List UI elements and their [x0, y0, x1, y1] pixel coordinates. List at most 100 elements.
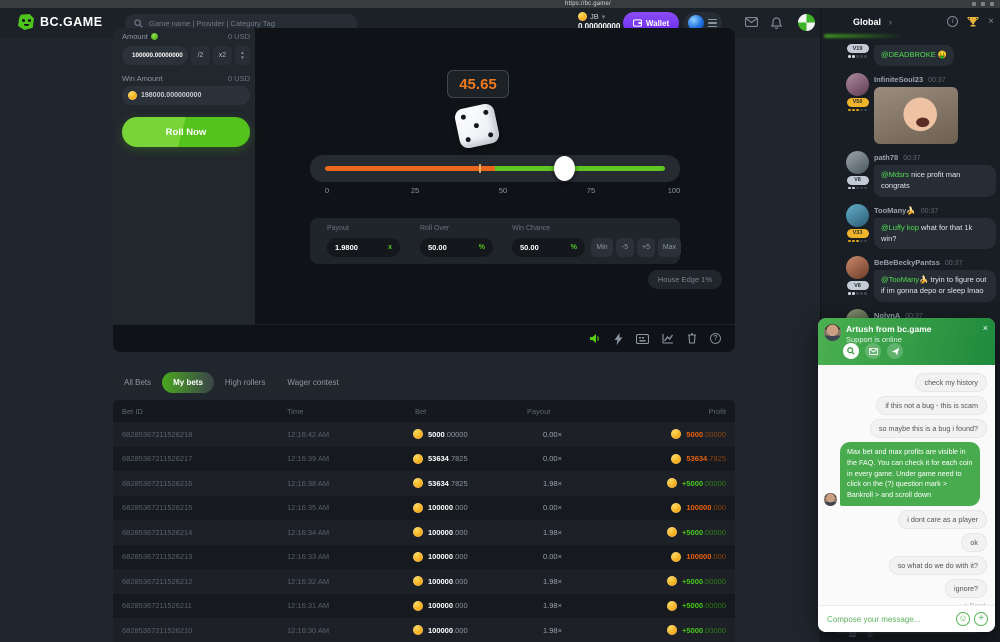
- coin-icon: [667, 527, 677, 537]
- support-close-icon[interactable]: ×: [983, 323, 988, 333]
- win-chance-value: 50.00: [520, 243, 539, 252]
- chat-bubble[interactable]: @DEADBROKE 🤑: [874, 45, 954, 66]
- bet-amount-input[interactable]: 100000.00000000: [122, 46, 188, 65]
- chat-bubble[interactable]: @Mdsrs nice profit man congrats: [874, 165, 996, 197]
- step-down-icon[interactable]: ▼: [240, 56, 244, 60]
- tab-wager-contest[interactable]: Wager contest: [276, 372, 349, 393]
- support-message-input[interactable]: [825, 614, 952, 625]
- crying-baby-photo[interactable]: [874, 87, 958, 144]
- bet-id: 68285367211526210: [122, 626, 287, 635]
- mention[interactable]: @Mdsrs: [881, 170, 909, 179]
- double-bet-button[interactable]: x2: [213, 46, 232, 65]
- notifications-icon[interactable]: [771, 17, 782, 29]
- support-user-message: i dont care as a player: [898, 510, 987, 529]
- slider-knob[interactable]: [554, 156, 575, 181]
- amount-usd-value: 0 USD: [228, 32, 250, 41]
- tick-75: 75: [587, 186, 595, 195]
- win-amount-label: Win Amount: [122, 74, 162, 83]
- max-chance-button[interactable]: Max: [658, 238, 681, 257]
- mention[interactable]: @Luffy kop: [881, 223, 919, 232]
- chat-username[interactable]: InfiniteSoul23: [874, 75, 923, 84]
- slider-scale: 0 25 50 75 100: [310, 186, 680, 196]
- bet-payout: 1.98×: [527, 626, 652, 635]
- browser-url[interactable]: https://bc.game/: [565, 0, 611, 8]
- chat-bubble[interactable]: @TooMany🍌 tryin to figure out if im gonn…: [874, 270, 996, 302]
- roll-now-button[interactable]: Roll Now: [122, 117, 250, 147]
- sound-toggle-icon[interactable]: [589, 333, 601, 344]
- chat-username[interactable]: path78: [874, 153, 898, 162]
- roll-over-input[interactable]: 50.00%: [420, 238, 493, 257]
- bet-id: 68285367211526212: [122, 577, 287, 586]
- win-amount-input[interactable]: 198000.000000000: [122, 86, 250, 105]
- payout-input[interactable]: 1.9800x: [327, 238, 400, 257]
- table-row[interactable]: 6828536721152621412:16:34 AM100000.0001.…: [113, 520, 735, 545]
- table-row[interactable]: 6828536721152621612:16:38 AM53634.78251.…: [113, 471, 735, 496]
- support-agent-avatar: [824, 324, 841, 341]
- profile-avatar[interactable]: [798, 14, 815, 31]
- jb-token-icon[interactable]: [151, 33, 158, 40]
- dice-image: [453, 102, 500, 149]
- search-icon: [134, 19, 143, 28]
- bc-game-logo[interactable]: BC.GAME: [18, 14, 103, 30]
- win-chance-input[interactable]: 50.00%: [512, 238, 585, 257]
- avatar[interactable]: [846, 256, 869, 279]
- logo-text: BC.GAME: [40, 15, 103, 29]
- bet-time: 12:16:39 AM: [287, 454, 387, 463]
- trends-icon[interactable]: [662, 333, 674, 344]
- support-send-icon[interactable]: [887, 343, 903, 359]
- support-search-icon[interactable]: [843, 343, 859, 359]
- col-payout: Payout: [527, 407, 652, 416]
- min-chance-button[interactable]: Min: [591, 238, 613, 257]
- table-row[interactable]: 6828536721152621312:16:33 AM100000.0000.…: [113, 545, 735, 570]
- chat-channel-selector[interactable]: Global›: [853, 17, 892, 27]
- mention[interactable]: @DEADBROKE: [881, 50, 936, 59]
- tab-high-rollers[interactable]: High rollers: [214, 372, 276, 393]
- half-bet-button[interactable]: /2: [191, 46, 210, 65]
- hotkeys-icon[interactable]: [636, 334, 649, 344]
- profit-amount: +5000.00000: [652, 625, 726, 635]
- bet-amount-value: 100000.00000000: [132, 52, 183, 59]
- chat-close-icon[interactable]: ×: [988, 16, 994, 27]
- win-chance-label: Win Chance: [512, 225, 550, 232]
- support-attach-icon[interactable]: +: [974, 612, 988, 626]
- slider-track[interactable]: [325, 166, 665, 171]
- table-row[interactable]: 6828536721152621512:16:35 AM100000.0000.…: [113, 496, 735, 521]
- chat-username[interactable]: TooMany🍌: [874, 206, 916, 215]
- bets-table: Bet ID Time Bet Payout Profit 6828536721…: [113, 400, 735, 642]
- win-amount-value: 198000.000000000: [141, 92, 201, 99]
- roll-result: 45.65: [447, 70, 509, 98]
- level-badge: V19: [847, 44, 869, 53]
- support-email-icon[interactable]: [865, 343, 881, 359]
- chat-rules-icon[interactable]: i: [947, 16, 958, 27]
- table-row[interactable]: 6828536721152621212:16:32 AM100000.0001.…: [113, 569, 735, 594]
- minus-5-button[interactable]: -5: [616, 238, 634, 257]
- plus-5-button[interactable]: +5: [637, 238, 655, 257]
- chat-bubble[interactable]: @Luffy kop what for that 1k win?: [874, 218, 996, 250]
- browser-chrome: https://bc.game/: [0, 0, 1000, 8]
- roll-slider[interactable]: [310, 155, 680, 182]
- tab-all-bets[interactable]: All Bets: [113, 372, 162, 393]
- verify-icon[interactable]: [687, 333, 697, 344]
- chat-username[interactable]: BeBeBeckyPantss: [874, 258, 940, 267]
- support-user-message: so maybe this is a bug i found?: [870, 419, 987, 438]
- table-row[interactable]: 6828536721152621812:16:42 AM5000.000000.…: [113, 422, 735, 447]
- mention[interactable]: @TooMany🍌: [881, 275, 928, 284]
- table-row[interactable]: 6828536721152621012:16:30 AM100000.0001.…: [113, 618, 735, 642]
- tab-my-bets[interactable]: My bets: [162, 372, 214, 393]
- bet-id: 68285367211526216: [122, 479, 287, 488]
- roll-over-value: 50.00: [428, 243, 447, 252]
- contest-trophy-icon[interactable]: [967, 16, 979, 27]
- help-icon[interactable]: ?: [710, 333, 721, 344]
- tick-50: 50: [499, 186, 507, 195]
- avatar[interactable]: [846, 73, 869, 96]
- support-emoji-icon[interactable]: ☺: [956, 612, 970, 626]
- table-row[interactable]: 6828536721152621712:16:39 AM53634.78250.…: [113, 447, 735, 472]
- chat-message: V19 @DEADBROKE 🤑: [821, 44, 997, 66]
- messages-icon[interactable]: [745, 17, 758, 27]
- table-row[interactable]: 6828536721152621112:16:31 AM100000.0001.…: [113, 594, 735, 619]
- browser-extensions[interactable]: [972, 2, 994, 6]
- avatar[interactable]: [846, 151, 869, 174]
- amount-stepper[interactable]: ▲▼: [235, 46, 250, 65]
- turbo-bet-icon[interactable]: [614, 333, 623, 345]
- avatar[interactable]: [846, 204, 869, 227]
